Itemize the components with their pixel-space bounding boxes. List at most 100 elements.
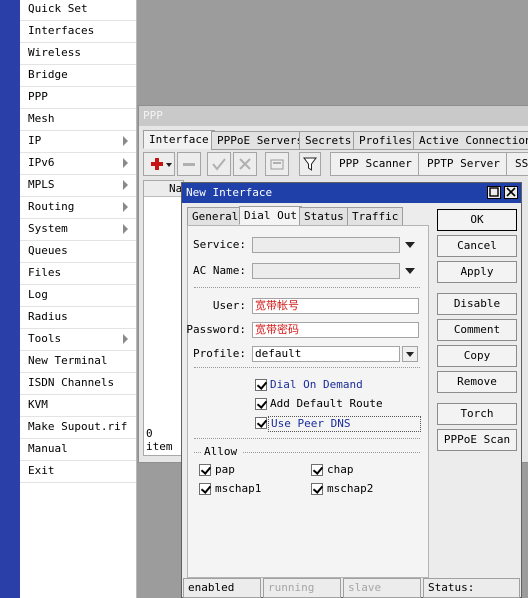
pptp-server-button[interactable]: PPTP Server [418, 152, 509, 176]
chap-checkbox[interactable] [311, 464, 323, 476]
sidebar-item-new-terminal[interactable]: New Terminal [20, 352, 136, 373]
submenu-arrow-icon [123, 158, 128, 168]
chevron-down-icon[interactable] [405, 268, 415, 274]
sidebar-item-label: IP [28, 134, 42, 147]
remove-button[interactable]: Remove [437, 371, 517, 393]
note-icon [270, 159, 284, 170]
chevron-down-icon[interactable] [405, 242, 415, 248]
filter-button[interactable] [299, 152, 321, 176]
submenu-arrow-icon [123, 202, 128, 212]
dial-out-panel: Service: AC Name: User: 宽带帐号 Password: 宽… [186, 225, 429, 578]
cancel-button[interactable]: Cancel [437, 235, 517, 257]
sidebar-item-make-supout[interactable]: Make Supout.rif [20, 418, 136, 439]
sidebar-item-interfaces[interactable]: Interfaces [20, 22, 136, 43]
column-name-header[interactable]: Na [144, 182, 182, 195]
tab-secrets[interactable]: Secrets [299, 131, 358, 150]
sidebar-item-label: Tools [28, 332, 62, 345]
divider [194, 452, 201, 453]
user-field[interactable]: 宽带帐号 [252, 298, 419, 314]
dialog-title[interactable]: New Interface [182, 183, 521, 203]
sidebar-item-label: PPP [28, 90, 48, 103]
pap-label: pap [215, 463, 235, 476]
mschap1-checkbox[interactable] [199, 483, 211, 495]
profile-dropdown-button[interactable] [402, 346, 418, 362]
sidebar-item-log[interactable]: Log [20, 286, 136, 307]
sidebar-item-mpls[interactable]: MPLS [20, 176, 136, 197]
status-enabled: enabled [183, 578, 261, 598]
pap-checkbox[interactable] [199, 464, 211, 476]
comment-button[interactable] [265, 152, 289, 176]
sidebar-item-kvm[interactable]: KVM [20, 396, 136, 417]
enable-button[interactable] [207, 152, 231, 176]
remove-button[interactable] [177, 152, 201, 176]
chap-label: chap [327, 463, 354, 476]
ac-name-field[interactable] [252, 263, 400, 279]
sidebar-item-quick-set[interactable]: Quick Set [20, 0, 136, 21]
add-default-route-checkbox[interactable] [255, 398, 267, 410]
tab-active-connections[interactable]: Active Connections [413, 131, 528, 150]
allow-group-title: Allow [204, 445, 238, 458]
profile-label: Profile: [193, 347, 246, 360]
sidebar-item-label: New Terminal [28, 354, 108, 367]
tab-profiles[interactable]: Profiles [353, 131, 418, 150]
tab-interface[interactable]: Interface [143, 130, 215, 149]
sidebar-item-manual[interactable]: Manual [20, 440, 136, 461]
sidebar-item-isdn-channels[interactable]: ISDN Channels [20, 374, 136, 395]
sidebar-item-exit[interactable]: Exit [20, 462, 136, 483]
pppoe-scan-button[interactable]: PPPoE Scan [437, 429, 517, 451]
tab-status[interactable]: Status [299, 207, 349, 226]
sidebar-item-mesh[interactable]: Mesh [20, 110, 136, 131]
add-button[interactable] [143, 152, 175, 176]
service-label: Service: [193, 238, 246, 251]
divider [194, 438, 420, 439]
sidebar-item-ip[interactable]: IP [20, 132, 136, 153]
tab-general[interactable]: General [187, 207, 244, 226]
use-peer-dns-label: Use Peer DNS [268, 416, 421, 432]
sidebar-item-label: Queues [28, 244, 68, 257]
sidebar-item-label: ISDN Channels [28, 376, 115, 389]
comment-button[interactable]: Comment [437, 319, 517, 341]
sidebar-item-bridge[interactable]: Bridge [20, 66, 136, 87]
minus-icon [183, 163, 195, 166]
ac-name-label: AC Name: [193, 264, 246, 277]
sidebar-item-routing[interactable]: Routing [20, 198, 136, 219]
close-icon[interactable] [504, 186, 518, 199]
sidebar-item-queues[interactable]: Queues [20, 242, 136, 263]
sidebar-item-radius[interactable]: Radius [20, 308, 136, 329]
user-label: User: [212, 299, 246, 312]
service-field[interactable] [252, 237, 400, 253]
mschap1-label: mschap1 [215, 482, 262, 495]
sidebar-item-tools[interactable]: Tools [20, 330, 136, 351]
profile-select[interactable]: default [252, 346, 400, 362]
sidebar-item-files[interactable]: Files [20, 264, 136, 285]
status-slave: slave [343, 578, 421, 598]
maximize-icon[interactable] [487, 186, 501, 199]
mschap2-checkbox[interactable] [311, 483, 323, 495]
sidebar-item-label: Radius [28, 310, 68, 323]
torch-button[interactable]: Torch [437, 403, 517, 425]
copy-button[interactable]: Copy [437, 345, 517, 367]
apply-button[interactable]: Apply [437, 261, 517, 283]
disable-button[interactable]: Disable [437, 293, 517, 315]
sidebar-item-label: System [28, 222, 68, 235]
ppp-scanner-button[interactable]: PPP Scanner [330, 152, 421, 176]
use-peer-dns-checkbox[interactable] [255, 417, 267, 429]
submenu-arrow-icon [123, 224, 128, 234]
sidebar-item-ppp[interactable]: PPP [20, 88, 136, 109]
tab-pppoe-servers[interactable]: PPPoE Servers [211, 131, 310, 150]
sstp-server-button[interactable]: SS [506, 152, 528, 176]
sidebar-item-system[interactable]: System [20, 220, 136, 241]
sidebar-item-label: IPv6 [28, 156, 55, 169]
sidebar-item-ipv6[interactable]: IPv6 [20, 154, 136, 175]
dial-on-demand-checkbox[interactable] [255, 379, 267, 391]
password-field[interactable]: 宽带密码 [252, 322, 419, 338]
tab-dial-out[interactable]: Dial Out [239, 206, 302, 225]
tab-traffic[interactable]: Traffic [347, 207, 404, 226]
check-icon [212, 158, 226, 171]
sidebar-item-label: Log [28, 288, 48, 301]
ok-button[interactable]: OK [437, 209, 517, 231]
sidebar-item-wireless[interactable]: Wireless [20, 44, 136, 65]
disable-button[interactable] [233, 152, 257, 176]
interface-list[interactable]: Na 0 item [143, 180, 184, 456]
ppp-window-title[interactable]: PPP [139, 106, 528, 126]
